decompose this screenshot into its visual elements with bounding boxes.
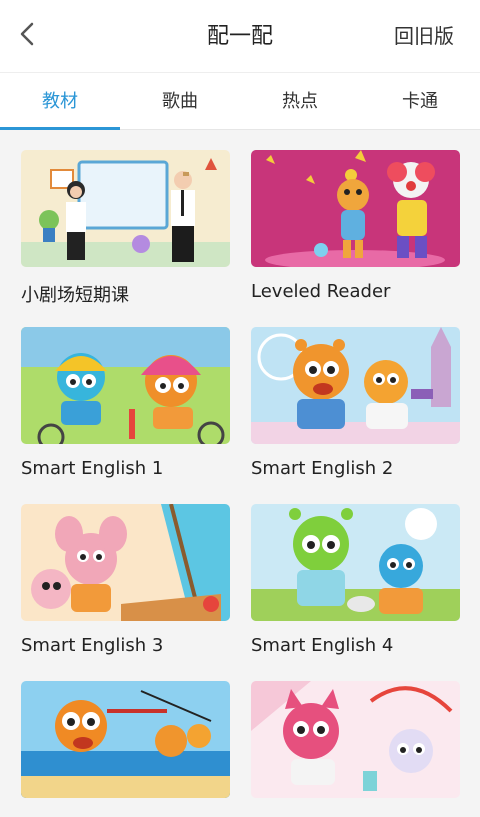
course-card[interactable]: Smart English 3 [21,504,230,656]
tab-textbook[interactable]: 教材 [0,73,120,131]
course-card[interactable]: 小剧场短期课 [21,150,230,307]
old-version-button[interactable]: 回旧版 [394,20,454,49]
course-card[interactable]: Smart English 2 [251,327,460,479]
course-thumbnail [21,150,230,267]
course-title: Smart English 4 [251,635,394,656]
tab-songs[interactable]: 歌曲 [120,73,240,131]
course-card[interactable]: Smart English 1 [21,327,230,479]
course-card[interactable]: Smart English 4 [251,504,460,656]
course-title: 小剧场短期课 [21,285,129,306]
course-card[interactable]: Leveled Reader [251,150,460,302]
category-tabs: 教材 歌曲 热点 卡通 [0,72,480,130]
course-thumbnail [251,327,460,444]
course-title: Smart English 3 [21,635,164,656]
course-thumbnail [21,504,230,621]
course-title: Leveled Reader [251,281,391,302]
tab-cartoon[interactable]: 卡通 [360,73,480,131]
course-card[interactable] [21,681,230,812]
active-tab-indicator [0,127,120,130]
course-title: Smart English 1 [21,458,164,479]
course-thumbnail [251,504,460,621]
course-thumbnail [21,327,230,444]
course-thumbnail [21,681,230,798]
course-card[interactable] [251,681,460,812]
course-thumbnail [251,681,460,798]
top-bar: 配一配 回旧版 [0,0,480,72]
tab-hot[interactable]: 热点 [240,73,360,131]
course-thumbnail [251,150,460,267]
course-title: Smart English 2 [251,458,394,479]
